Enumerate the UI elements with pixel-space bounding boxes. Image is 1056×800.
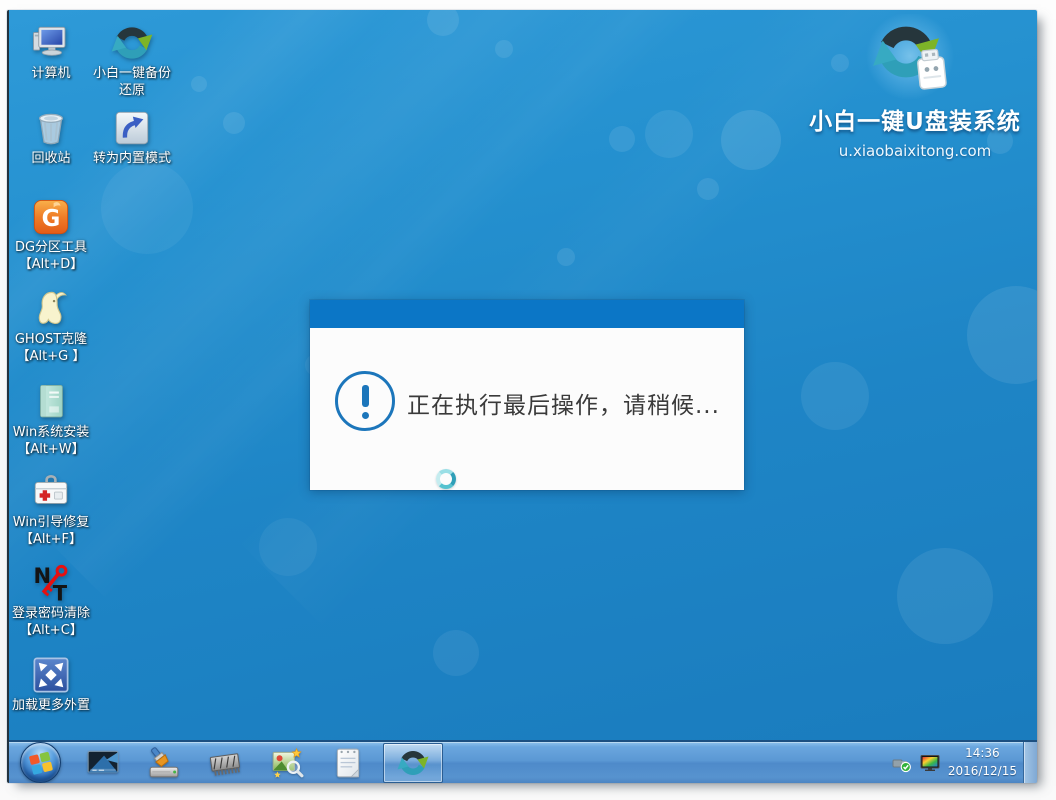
- bubble: [609, 126, 635, 152]
- taskbar: 14:36 2016/12/15: [9, 740, 1037, 783]
- desktop-icon-recycle-bin[interactable]: 回收站: [9, 107, 95, 168]
- bubble: [101, 162, 193, 254]
- desktop-icon-diskgenius[interactable]: G DG分区工具 【Alt+D】: [9, 196, 95, 274]
- bubble: [223, 112, 245, 134]
- taskbar-disk-cleanup[interactable]: [147, 746, 181, 780]
- desktop-icon-computer[interactable]: 计算机: [9, 22, 95, 83]
- desktop-icon-load-more[interactable]: 加载更多外置: [9, 654, 95, 715]
- desktop-icon-hotkey: 【Alt+C】: [9, 623, 95, 640]
- dialog-titlebar[interactable]: [310, 300, 744, 328]
- taskbar-xiaobai-tool-active[interactable]: [383, 743, 443, 783]
- sync-arrows-icon: [397, 747, 429, 779]
- ghost-icon: [30, 288, 72, 330]
- taskbar-memory-tool[interactable]: [208, 746, 242, 780]
- computer-icon: [30, 22, 72, 64]
- desktop-icon-label: 小白一键备份还原: [88, 66, 176, 100]
- taskbar-image-viewer[interactable]: [270, 746, 304, 780]
- disk-cleanup-brush-icon: [147, 746, 181, 780]
- load-more-arrows-icon: [30, 654, 72, 696]
- bubble: [495, 40, 513, 58]
- desktop-icon-boot-repair[interactable]: Win引导修复 【Alt+F】: [9, 471, 95, 549]
- tray-clock[interactable]: 14:36 2016/12/15: [948, 745, 1017, 780]
- display-tray-icon[interactable]: [920, 753, 940, 773]
- desktop-icon-label: GHOST克隆: [9, 332, 95, 349]
- desktop-icon-internal-mode[interactable]: 转为内置模式: [88, 107, 176, 168]
- desktop-icon-hotkey: 【Alt+D】: [9, 257, 95, 274]
- desktop-icon-ghost[interactable]: GHOST克隆 【Alt+G 】: [9, 288, 95, 366]
- bubble: [645, 110, 693, 158]
- desktop-icon-label: DG分区工具: [9, 240, 95, 257]
- exclamation-bar: [362, 385, 369, 407]
- bubble: [721, 110, 781, 170]
- taskbar-notepad[interactable]: [331, 746, 365, 780]
- brand-title: 小白一键U盘装系统: [800, 102, 1030, 136]
- desktop-icon-hotkey: 【Alt+W】: [9, 442, 95, 459]
- desktop-icon-win-install[interactable]: Win系统安装 【Alt+W】: [9, 381, 95, 459]
- desktop-wallpaper: 小白一键U盘装系统 u.xiaobaixitong.com 计算机: [9, 10, 1037, 740]
- progress-dialog: 正在执行最后操作，请稍候...: [310, 300, 744, 490]
- loading-spinner: [436, 469, 456, 489]
- desktop-icon-hotkey: 【Alt+G 】: [9, 349, 95, 366]
- recycle-bin-icon: [30, 107, 72, 149]
- system-tray: 14:36 2016/12/15: [892, 742, 1017, 783]
- desktop-icon-label: 加载更多外置: [9, 698, 95, 715]
- desktop-icon-label: 转为内置模式: [88, 151, 176, 168]
- diskgenius-icon: G: [30, 196, 72, 238]
- bubble: [697, 178, 719, 200]
- ram-chip-icon: [208, 746, 242, 780]
- start-button[interactable]: [20, 742, 61, 783]
- desktop-icon-label: 登录密码清除: [9, 606, 95, 623]
- image-viewer-icon: [270, 746, 304, 780]
- bubble: [433, 630, 479, 676]
- first-aid-kit-icon: [30, 471, 72, 513]
- desktop-icon-password-clear[interactable]: N T 登录密码清除 【Alt+C】: [9, 562, 95, 640]
- windows-start-icon: [28, 750, 54, 776]
- desktop-icon-label: Win引导修复: [9, 515, 95, 532]
- bubble: [557, 248, 575, 266]
- desktop-icon-label: 回收站: [9, 151, 95, 168]
- dialog-message: 正在执行最后操作，请稍候...: [407, 386, 720, 420]
- brand-url: u.xiaobaixitong.com: [800, 142, 1030, 160]
- tray-date: 2016/12/15: [948, 763, 1017, 780]
- exclamation-circle-icon: [335, 371, 395, 431]
- screen-preview-icon: [86, 746, 120, 780]
- bubble: [259, 518, 317, 576]
- bubble: [897, 548, 993, 644]
- notepad-icon: [331, 746, 365, 780]
- exclamation-dot: [362, 412, 369, 419]
- bubble: [191, 76, 207, 92]
- nt-password-key-icon: N T: [30, 562, 72, 604]
- shortcut-arrow-icon: [111, 107, 153, 149]
- branding: 小白一键U盘装系统 u.xiaobaixitong.com: [800, 14, 1030, 160]
- tray-time: 14:36: [965, 745, 1000, 762]
- desktop-screen: 小白一键U盘装系统 u.xiaobaixitong.com 计算机: [7, 10, 1037, 783]
- taskbar-display-settings[interactable]: [86, 746, 120, 780]
- dialog-body: 正在执行最后操作，请稍候...: [310, 328, 744, 490]
- show-desktop-button[interactable]: [1023, 742, 1037, 783]
- svg-text:T: T: [53, 582, 68, 605]
- win-install-box-icon: [30, 381, 72, 423]
- bubble: [967, 286, 1037, 384]
- bubble: [801, 362, 869, 430]
- desktop-icon-xiaobai-backup[interactable]: 小白一键备份还原: [88, 22, 176, 100]
- svg-text:G: G: [42, 206, 61, 232]
- desktop-icon-label: Win系统安装: [9, 425, 95, 442]
- usb-sync-logo-icon: [863, 14, 961, 104]
- usb-safely-remove-icon[interactable]: [892, 753, 912, 773]
- desktop-icon-hotkey: 【Alt+F】: [9, 532, 95, 549]
- desktop-icon-label: 计算机: [9, 66, 95, 83]
- sync-arrows-icon: [111, 22, 153, 64]
